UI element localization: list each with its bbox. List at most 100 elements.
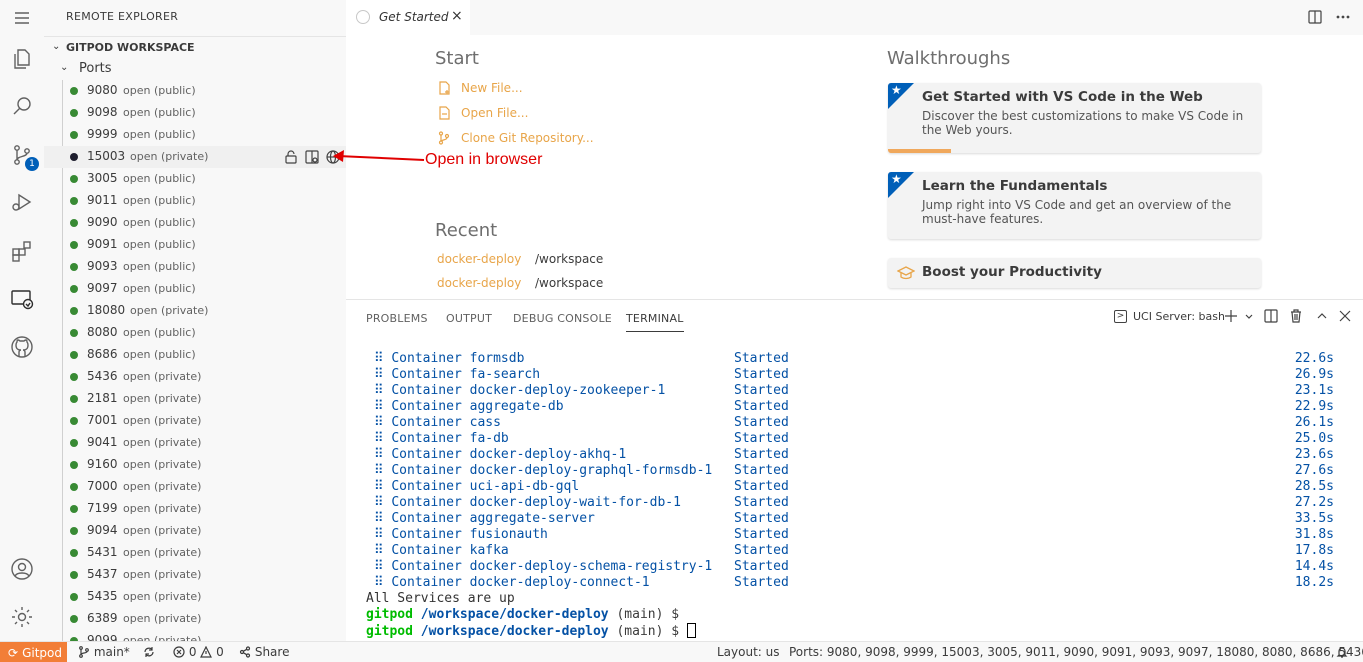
tab-terminal[interactable]: TERMINAL bbox=[626, 312, 684, 332]
recent-heading: Recent bbox=[435, 220, 498, 241]
recent-name[interactable]: docker-deploy bbox=[437, 276, 521, 290]
walkthrough-card-web[interactable]: ★ Get Started with VS Code in the Web Di… bbox=[888, 83, 1261, 153]
tab-output[interactable]: OUTPUT bbox=[446, 312, 492, 325]
ports-tree-node[interactable]: ⌄ Ports bbox=[44, 58, 346, 80]
port-row[interactable]: 3005 open (public) bbox=[44, 168, 346, 190]
container-status: Started bbox=[734, 351, 789, 366]
lock-icon[interactable] bbox=[283, 149, 298, 164]
port-row[interactable]: 18080 open (private) bbox=[44, 300, 346, 322]
bell-icon[interactable] bbox=[1336, 645, 1348, 659]
new-terminal-icon[interactable] bbox=[1224, 309, 1240, 325]
port-status: open (private) bbox=[123, 370, 202, 383]
tab-get-started[interactable]: Get Started × bbox=[346, 0, 470, 35]
close-panel-icon[interactable] bbox=[1338, 309, 1354, 325]
prompt-path: /workspace/docker-deploy bbox=[420, 607, 609, 622]
terminal-selector[interactable]: > UCI Server: bash bbox=[1114, 310, 1225, 323]
branch-indicator[interactable]: main* bbox=[78, 645, 130, 659]
explorer-files-icon[interactable] bbox=[9, 46, 35, 72]
port-number: 9099 bbox=[87, 633, 118, 641]
menu-icon[interactable] bbox=[9, 5, 35, 31]
port-row[interactable]: 9041 open (private) bbox=[44, 432, 346, 454]
port-row[interactable]: 9094 open (private) bbox=[44, 520, 346, 542]
port-row[interactable]: 9999 open (public) bbox=[44, 124, 346, 146]
recent-name[interactable]: docker-deploy bbox=[437, 252, 521, 266]
share-button[interactable]: Share bbox=[239, 645, 289, 659]
container-status: Started bbox=[734, 527, 789, 542]
status-bar: ⟳ Gitpod main* 0 0 Share Layout: us Port… bbox=[0, 641, 1363, 662]
port-row[interactable]: 9090 open (public) bbox=[44, 212, 346, 234]
port-row[interactable]: 2181 open (private) bbox=[44, 388, 346, 410]
split-terminal-icon[interactable] bbox=[1264, 309, 1280, 325]
container-time: 23.1s bbox=[1294, 383, 1334, 398]
port-row[interactable]: 9098 open (public) bbox=[44, 102, 346, 124]
port-row[interactable]: 8686 open (public) bbox=[44, 344, 346, 366]
port-row[interactable]: 5437 open (private) bbox=[44, 564, 346, 586]
terminal-line: ⠿ Container aggregate-db Started 22.9s bbox=[366, 399, 1346, 415]
tab-debug-console[interactable]: DEBUG CONSOLE bbox=[513, 312, 612, 325]
annotation-arrow bbox=[333, 150, 425, 162]
port-status-dot bbox=[70, 329, 78, 337]
port-row[interactable]: 9093 open (public) bbox=[44, 256, 346, 278]
keyboard-layout[interactable]: Layout: us bbox=[717, 645, 780, 659]
remote-explorer-icon[interactable] bbox=[9, 286, 35, 312]
container-time: 31.8s bbox=[1294, 527, 1334, 542]
port-row[interactable]: 7000 open (private) bbox=[44, 476, 346, 498]
extensions-icon[interactable] bbox=[9, 238, 35, 264]
walkthrough-card-productivity[interactable]: Boost your Productivity bbox=[888, 258, 1261, 288]
port-row[interactable]: 6389 open (private) bbox=[44, 608, 346, 630]
port-row[interactable]: 7199 open (private) bbox=[44, 498, 346, 520]
terminal-output[interactable]: ⠿ Container formsdb Started 22.6s ⠿ Contain… bbox=[366, 351, 1346, 639]
close-icon[interactable]: × bbox=[451, 8, 463, 24]
terminal-line: ⠿ Container formsdb Started 22.6s bbox=[366, 351, 1346, 367]
account-icon[interactable] bbox=[9, 556, 35, 582]
open-file-link[interactable]: Open File... bbox=[437, 104, 528, 122]
port-row[interactable]: 5431 open (private) bbox=[44, 542, 346, 564]
port-number: 9097 bbox=[87, 281, 118, 295]
run-debug-icon[interactable] bbox=[9, 189, 35, 215]
chevron-down-icon[interactable] bbox=[1242, 309, 1258, 325]
port-row[interactable]: 5436 open (private) bbox=[44, 366, 346, 388]
port-row[interactable]: 9099 open (private) bbox=[44, 630, 346, 641]
port-status-dot bbox=[70, 285, 78, 293]
terminal-line: ⠿ Container fusionauth Started 31.8s bbox=[366, 527, 1346, 543]
terminal-cursor bbox=[686, 623, 696, 638]
port-number: 9011 bbox=[87, 193, 118, 207]
port-row[interactable]: 9080 open (public) bbox=[44, 80, 346, 102]
port-row[interactable]: 9160 open (private) bbox=[44, 454, 346, 476]
sync-icon[interactable] bbox=[143, 645, 155, 659]
more-actions-icon[interactable] bbox=[1336, 10, 1352, 26]
preview-icon[interactable] bbox=[304, 149, 319, 164]
maximize-panel-icon[interactable] bbox=[1315, 309, 1331, 325]
split-editor-icon[interactable] bbox=[1308, 10, 1324, 26]
new-file-link[interactable]: New File... bbox=[437, 79, 523, 97]
ports-status[interactable]: Ports: 9080, 9098, 9999, 15003, 3005, 90… bbox=[789, 645, 1363, 659]
card-description: Jump right into VS Code and get an overv… bbox=[922, 198, 1232, 226]
tab-problems[interactable]: PROBLEMS bbox=[366, 312, 428, 325]
recent-item[interactable]: docker-deploy /workspace bbox=[437, 276, 603, 290]
problems-indicator[interactable]: 0 0 bbox=[173, 645, 224, 659]
port-status-dot bbox=[70, 219, 78, 227]
port-status: open (public) bbox=[123, 238, 196, 251]
port-number: 7199 bbox=[87, 501, 118, 515]
port-row[interactable]: 7001 open (private) bbox=[44, 410, 346, 432]
port-row[interactable]: 8080 open (public) bbox=[44, 322, 346, 344]
port-row[interactable]: 9011 open (public) bbox=[44, 190, 346, 212]
walkthrough-card-fundamentals[interactable]: ★ Learn the Fundamentals Jump right into… bbox=[888, 172, 1261, 239]
container-status: Started bbox=[734, 479, 789, 494]
source-control-icon[interactable]: 1 bbox=[9, 142, 39, 171]
github-icon[interactable] bbox=[9, 334, 35, 360]
recent-item[interactable]: docker-deploy /workspace bbox=[437, 252, 603, 266]
terminal-line: ⠿ Container docker-deploy-schema-registr… bbox=[366, 559, 1346, 575]
loading-icon bbox=[356, 10, 370, 24]
port-row[interactable]: 15003 open (private) bbox=[44, 146, 346, 168]
search-icon[interactable] bbox=[9, 93, 35, 119]
port-row[interactable]: 5435 open (private) bbox=[44, 586, 346, 608]
clone-git-link[interactable]: Clone Git Repository... bbox=[437, 129, 594, 147]
warning-count: 0 bbox=[216, 645, 224, 659]
port-row[interactable]: 9097 open (public) bbox=[44, 278, 346, 300]
settings-gear-icon[interactable] bbox=[9, 604, 35, 630]
remote-indicator[interactable]: ⟳ Gitpod bbox=[0, 642, 67, 662]
trash-icon[interactable] bbox=[1289, 309, 1305, 325]
port-row[interactable]: 9091 open (public) bbox=[44, 234, 346, 256]
gitpod-workspace-section[interactable]: ⌄ GITPOD WORKSPACE bbox=[44, 36, 346, 58]
